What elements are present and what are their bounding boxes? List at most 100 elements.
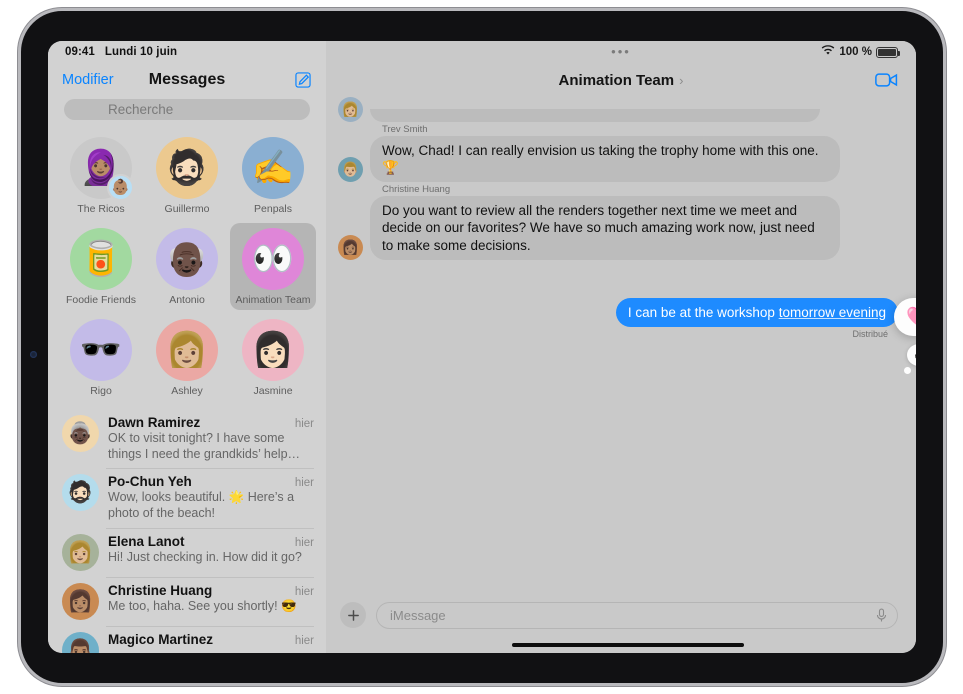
conversation-time: hier (294, 536, 314, 549)
pinned-avatar: 👴🏿 (156, 228, 218, 290)
microphone-icon[interactable] (876, 608, 887, 623)
pinned-label: Foodie Friends (65, 294, 137, 306)
conversation-name: Po-Chun Yeh (108, 474, 192, 490)
imessage-placeholder: iMessage (390, 607, 446, 623)
message-row-outgoing: I can be at the workshop tomorrow evenin… (338, 297, 898, 327)
chevron-right-icon[interactable]: › (679, 73, 683, 88)
pinned-avatar: 🧕🏽 👶🏽 (70, 137, 134, 201)
message-bubble[interactable]: Wow, Chad! I can really envision us taki… (370, 136, 840, 183)
messages-container: 👩🏼 Trev Smith 👨🏼 Wow, Chad! I can really en… (338, 97, 898, 339)
pinned-conversation-rigo[interactable]: 🕶️ Rigo (58, 314, 144, 401)
pinned-conversation-antonio[interactable]: 👴🏿 Antonio (144, 223, 230, 310)
message-sender-name: Trev Smith (382, 124, 428, 135)
avatar: 👨🏽 (62, 631, 99, 653)
home-indicator[interactable] (326, 637, 916, 653)
conversation-name: Elena Lanot (108, 533, 185, 549)
message-bubble-outgoing[interactable]: I can be at the workshop tomorrow evenin… (615, 297, 898, 327)
multitasking-dots-icon[interactable]: ••• (326, 45, 916, 58)
ipad-device-frame: 09:41 Lundi 10 juin Modifier Messages Re… (18, 8, 946, 686)
conversation-header: Elena Lanot hier (108, 534, 314, 549)
conversation-summary: Christine Huang hier Me too, haha. See you… (108, 583, 314, 620)
conversation-pane: ••• 100 % Animation Team › 👩🏼 Trev Smith… (326, 41, 916, 653)
message-text-datalink[interactable]: tomorrow evening (779, 305, 886, 320)
add-attachment-icon[interactable] (340, 602, 366, 628)
conversation-summary: Elena Lanot hier Hi! Just checking in. How… (108, 534, 314, 571)
avatar: 👵🏿 (62, 415, 99, 452)
conversation-preview: OK to visit tonight? I have some things … (108, 431, 301, 461)
status-bar-right: ••• 100 % (326, 41, 916, 63)
pinned-label: Antonio (169, 294, 205, 306)
battery-icon (876, 46, 900, 58)
conversation-preview: Wow, looks beautiful. 🌟 Here’s a photo o… (108, 490, 295, 520)
search-container: Recherche (48, 97, 326, 126)
pinned-avatar: 🧔🏻 (156, 137, 218, 199)
pinned-conversation-ashley[interactable]: 👩🏼 Ashley (144, 314, 230, 401)
message-text-plain: I can be at the workshop (627, 304, 779, 320)
pinned-conversation-guillermo[interactable]: 🧔🏻 Guillermo (144, 132, 230, 219)
conversation-name: Christine Huang (108, 582, 213, 598)
conversation-time: hier (294, 418, 314, 430)
status-time: 09:41 (65, 46, 95, 58)
pinned-conversation-animation-team[interactable]: 👀 Animation Team (230, 223, 316, 310)
compose-message-icon[interactable] (294, 71, 312, 89)
pinned-label: Rigo (90, 385, 112, 397)
delivery-status: Distribué (852, 328, 888, 339)
edit-button[interactable]: Modifier (62, 72, 114, 88)
conversation-nav-bar: Animation Team › (326, 63, 916, 97)
pinned-conversation-penpals[interactable]: ✍️ Penpals (230, 132, 316, 219)
avatar: 🧔🏻 (62, 474, 99, 512)
pinned-avatar: 🕶️ (70, 319, 132, 381)
ipad-screen: 09:41 Lundi 10 juin Modifier Messages Re… (48, 41, 916, 653)
list-item[interactable]: 👨🏽 Magico Martinez hier (48, 625, 326, 653)
conversation-summary: Po-Chun Yeh hier Wow, looks beautiful. 🌟 H… (108, 474, 314, 521)
tapback-tail: ☺ (904, 344, 916, 374)
pinned-conversation-the-ricos[interactable]: 🧕🏽 👶🏽 The Ricos (58, 132, 144, 219)
pinned-avatar: 👩🏻 (242, 319, 304, 381)
message-row: 👨🏼 Wow, Chad! I can really envision us ta… (338, 136, 898, 183)
list-item[interactable]: 👩🏼 Elena Lanot hier Hi! Just checking in. H… (48, 527, 326, 577)
avatar: 👩🏼 (338, 97, 363, 122)
pinned-label: Animation Team (235, 294, 311, 306)
message-sender-name: Christine Huang (382, 184, 451, 196)
conversation-title-group: Animation Team › (326, 72, 916, 89)
avatar: 👩🏽 (338, 234, 363, 260)
list-item[interactable]: 👵🏿 Dawn Ramirez hier OK to visit tonight? I… (48, 409, 326, 468)
pinned-avatar: 👩🏼 (156, 319, 218, 381)
message-row-partial: 👩🏼 (338, 97, 898, 122)
conversation-header: Po-Chun Yeh hier (108, 474, 314, 489)
list-item[interactable]: 🧔🏻 Po-Chun Yeh hier Wow, looks beautiful. 🌟… (48, 468, 326, 527)
status-bar-left: 09:41 Lundi 10 juin (48, 41, 326, 63)
sidebar-nav-bar: Modifier Messages (48, 63, 326, 97)
facetime-video-icon[interactable] (875, 72, 898, 88)
pinned-conversation-foodie-friends[interactable]: 🥫 Foodie Friends (58, 223, 144, 310)
avatar: 👨🏼 (338, 157, 363, 183)
avatar: 👩🏼 (62, 533, 99, 571)
list-item[interactable]: 👩🏽 Christine Huang hier Me too, haha. See y… (48, 576, 326, 626)
tapback-tail-emoji: ☺ (907, 344, 916, 366)
message-composer: iMessage (326, 593, 916, 637)
conversation-header: Magico Martinez hier (108, 632, 314, 647)
conversation-header: Christine Huang hier (108, 583, 314, 598)
search-input[interactable]: Recherche (64, 99, 310, 120)
tapback-tail-dot (904, 367, 911, 374)
pinned-label: Ashley (171, 385, 203, 397)
conversation-name: Magico Martinez (108, 631, 214, 647)
pinned-avatar: 🥫 (70, 228, 132, 290)
heart-tapback[interactable]: 🩷 (906, 308, 916, 327)
conversation-header: Dawn Ramirez hier (108, 415, 314, 430)
pinned-label: The Ricos (77, 203, 125, 215)
message-row: 👩🏽 Do you want to review all the renders … (338, 196, 898, 260)
imessage-input[interactable]: iMessage (376, 601, 898, 629)
message-bubble[interactable]: Do you want to review all the renders to… (370, 196, 840, 260)
message-thread: 👩🏼 Trev Smith 👨🏼 Wow, Chad! I can really en… (326, 97, 916, 593)
pinned-conversation-jasmine[interactable]: 👩🏻 Jasmine (230, 314, 316, 401)
pinned-label: Jasmine (253, 385, 293, 397)
front-camera-icon (30, 351, 37, 358)
conversation-summary: Dawn Ramirez hier OK to visit tonight? I h… (108, 415, 314, 462)
avatar: 👩🏽 (62, 582, 99, 620)
conversation-preview: Me too, haha. See you shortly! 😎 (108, 598, 297, 613)
pinned-avatar-secondary: 👶🏽 (107, 174, 134, 201)
conversation-title[interactable]: Animation Team (559, 72, 675, 89)
message-bubble[interactable] (370, 109, 820, 122)
pinned-label: Guillermo (164, 203, 210, 215)
